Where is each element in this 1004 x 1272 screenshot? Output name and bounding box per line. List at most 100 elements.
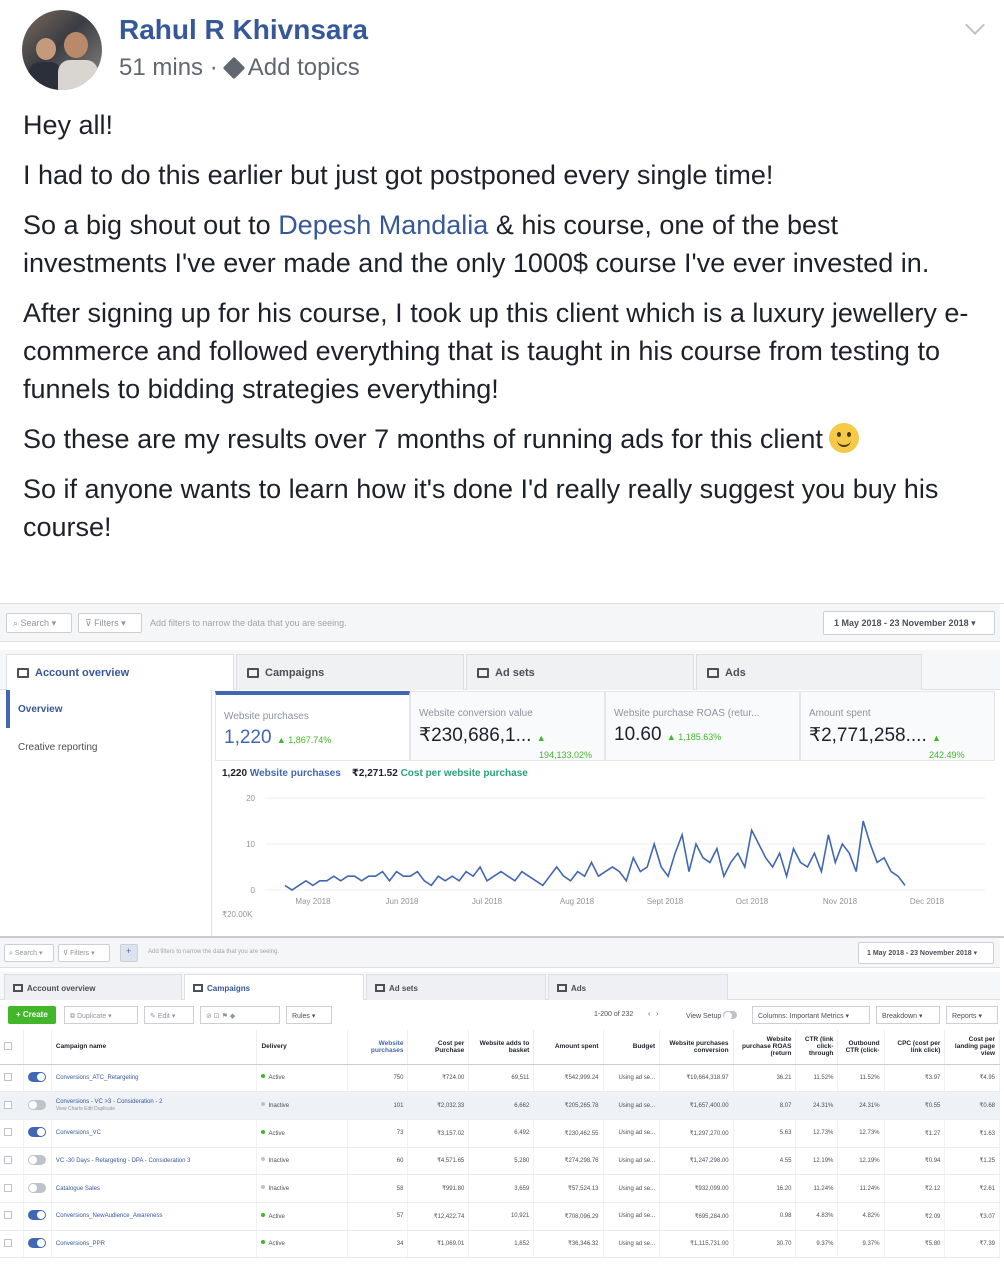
nav-creative-reporting[interactable]: Creative reporting [18, 742, 97, 753]
column-header[interactable]: Website purchases conversion [659, 1030, 734, 1065]
column-header[interactable]: Cost per Purchase [407, 1030, 470, 1065]
tab-ads[interactable]: Ads [548, 974, 728, 1000]
campaign-toggle[interactable] [27, 1182, 46, 1193]
row-actions[interactable]: View Charts Edit Duplicate [56, 1106, 253, 1112]
create-button[interactable]: + Create [8, 1006, 56, 1024]
metric-card[interactable]: Website conversion value ₹230,686,1... ▲… [410, 691, 605, 761]
row-checkbox[interactable] [4, 1100, 12, 1109]
avatar[interactable] [22, 10, 102, 90]
cell-budget: Using ad se... [603, 1202, 661, 1231]
view-setup-toggle[interactable]: View Setup [686, 1011, 738, 1020]
campaign-name[interactable]: Conversions_PPR [51, 1230, 258, 1259]
table-row[interactable]: Catalogue Sales Inactive 58 ₹991.80 3,659 ₹57… [0, 1174, 1000, 1203]
chevron-down-icon[interactable] [965, 15, 985, 35]
campaign-toggle[interactable] [27, 1127, 46, 1138]
search-button[interactable]: ⌕ Search ▾ [6, 613, 72, 633]
row-checkbox[interactable] [4, 1238, 12, 1247]
campaign-toggle[interactable] [27, 1237, 46, 1248]
campaign-toggle[interactable] [27, 1210, 46, 1221]
action-icons[interactable]: ⊘ ⊡ ⚑ ◆ [200, 1006, 280, 1024]
column-header[interactable]: Campaign name [51, 1030, 258, 1065]
author-name[interactable]: Rahul R Khivnsara [119, 14, 368, 46]
attached-screenshot[interactable]: ⌕ Search ▾ ⊽ Filters ▾ Add filters to na… [0, 603, 1004, 1272]
tab-ads[interactable]: Ads [696, 654, 922, 690]
table-row[interactable]: Conversions_ATC_Retargeting Active 750 ₹724… [0, 1064, 1000, 1093]
breakdown-button[interactable]: Breakdown ▾ [876, 1006, 940, 1024]
cell-conv: ₹1,657,400.00 [659, 1091, 734, 1120]
nav-selection-indicator [6, 690, 10, 728]
secondary-axis-label: ₹20.00K [222, 910, 253, 919]
column-header[interactable]: CTR (link click-through [795, 1030, 839, 1065]
date-range-picker[interactable]: 1 May 2018 - 23 November 2018 ▾ [858, 942, 994, 964]
cell-conv: ₹932,099.00 [659, 1174, 734, 1203]
cell-atb: 10,921 [468, 1202, 535, 1231]
metric-card[interactable]: Website purchase ROAS (retur... 10.60 ▲ … [605, 691, 800, 761]
campaign-name[interactable]: Catalogue Sales [51, 1174, 258, 1203]
column-header[interactable]: Website adds to basket [468, 1030, 535, 1065]
select-all-checkbox[interactable] [4, 1041, 12, 1050]
mention-link[interactable]: Depesh Mandalia [278, 210, 488, 240]
cell-cpp: ₹12,422.74 [407, 1202, 470, 1231]
metric-delta: 194,133.02% [539, 750, 593, 760]
column-header[interactable]: Amount spent [533, 1030, 604, 1065]
row-checkbox[interactable] [4, 1211, 12, 1220]
column-header[interactable]: Outbound CTR (click- [837, 1030, 885, 1065]
columns-button[interactable]: Columns: Important Metrics ▾ [752, 1006, 870, 1024]
column-header[interactable]: Delivery [256, 1030, 348, 1065]
column-header[interactable]: Budget [603, 1030, 661, 1065]
table-row[interactable]: Conversions - VC >3 - Consideration - 2V… [0, 1091, 1000, 1120]
table-row[interactable]: Conversions_NewAudience_Awareness Active 5… [0, 1202, 1000, 1231]
delivery-status: Active [256, 1064, 348, 1093]
campaign-toggle[interactable] [27, 1071, 46, 1082]
table-row[interactable]: Conversions_VC Active 73 ₹3,157.02 6,492 ₹230… [0, 1119, 1000, 1148]
row-checkbox[interactable] [4, 1128, 12, 1137]
rules-button[interactable]: Rules ▾ [286, 1006, 332, 1024]
edit-button[interactable]: ✎ Edit ▾ [144, 1006, 194, 1024]
campaign-name[interactable]: Conversions_VC [51, 1119, 258, 1148]
cell-ctr: 24.31% [795, 1091, 839, 1120]
date-range-picker[interactable]: 1 May 2018 - 23 November 2018 ▾ [823, 611, 995, 635]
post-time[interactable]: 51 mins [119, 54, 203, 81]
filters-button[interactable]: ⊽ Filters ▾ [58, 944, 110, 962]
table-toolbar: + Create ⧉ Duplicate ▾ ✎ Edit ▾ ⊘ ⊡ ⚑ ◆ … [0, 1002, 1000, 1028]
nav-overview[interactable]: Overview [18, 704, 62, 715]
delivery-status: Active [256, 1230, 348, 1259]
cell-atb: 6,492 [468, 1119, 535, 1148]
tab-ad-sets[interactable]: Ad sets [366, 974, 546, 1000]
table-row[interactable]: VC -30 Days - Retargeting - DPA - Consid… [0, 1147, 1000, 1176]
chart-legend: 1,220 Website purchases ₹2,271.52 Cost p… [222, 768, 528, 779]
column-header[interactable]: Cost per landing page view [944, 1030, 1000, 1065]
row-checkbox[interactable] [4, 1155, 12, 1164]
row-checkbox[interactable] [4, 1072, 12, 1081]
tab-account-overview[interactable]: Account overview [4, 974, 182, 1000]
tab-campaigns[interactable]: Campaigns [236, 654, 464, 690]
metric-card[interactable]: Amount spent ₹2,771,258.... ▲ 242.49% [800, 691, 995, 761]
column-header[interactable]: CPC (cost per link click) [884, 1030, 946, 1065]
campaign-name[interactable]: VC -30 Days - Retargeting - DPA - Consid… [51, 1147, 258, 1176]
campaign-name[interactable]: Conversions_ATC_Retargeting [51, 1064, 258, 1093]
reports-button[interactable]: Reports ▾ [946, 1006, 998, 1024]
campaign-toggle[interactable] [27, 1154, 46, 1165]
cell-ctr: 12.19% [795, 1147, 839, 1176]
column-header[interactable]: Website purchases [347, 1030, 409, 1065]
duplicate-button[interactable]: ⧉ Duplicate ▾ [64, 1006, 138, 1024]
filters-button[interactable]: ⊽ Filters ▾ [78, 613, 142, 633]
campaign-toggle[interactable] [27, 1099, 46, 1110]
campaign-name[interactable]: Conversions - VC >3 - Consideration - 2V… [51, 1091, 258, 1120]
column-header[interactable]: Website purchase ROAS (return [733, 1030, 797, 1065]
table-row[interactable]: Conversions_PPR Active 34 ₹1,069.01 1,852 ₹36… [0, 1230, 1000, 1259]
pager-arrows[interactable]: ‹ › [648, 1011, 659, 1018]
search-button[interactable]: ⌕ Search ▾ [4, 944, 54, 962]
tab-account-overview[interactable]: Account overview [6, 654, 234, 690]
campaign-name[interactable]: Conversions_NewAudience_Awareness [51, 1202, 258, 1231]
row-checkbox[interactable] [4, 1183, 12, 1192]
tab-campaigns[interactable]: Campaigns [184, 974, 364, 1000]
cell-spent: ₹57,524.13 [533, 1174, 604, 1203]
add-topics-link[interactable]: Add topics [248, 54, 360, 81]
tab-ad-sets[interactable]: Ad sets [466, 654, 694, 690]
cell-atb: 69,511 [468, 1064, 535, 1093]
add-filter-button[interactable]: + [120, 944, 138, 962]
cell-budget: Using ad se... [603, 1174, 661, 1203]
metric-card[interactable]: Website purchases 1,220 ▲ 1,867.74% [215, 691, 410, 761]
metric-value: ₹2,771,258.... ▲ [809, 725, 941, 746]
